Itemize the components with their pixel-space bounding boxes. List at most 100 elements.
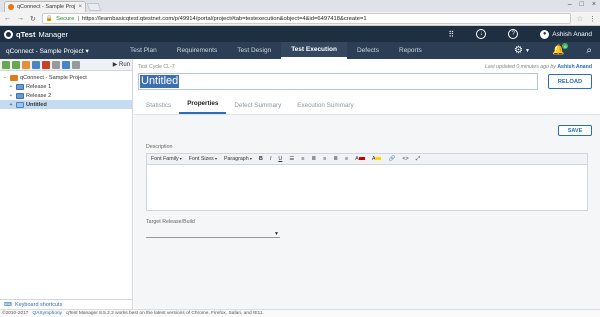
project-selector[interactable]: qConnect - Sample Project ▾ (0, 47, 120, 55)
secure-label: Secure (56, 15, 75, 22)
notifications-button[interactable]: 🔔 6 (552, 43, 569, 56)
tree-node-label: Untitled (26, 101, 47, 108)
chevron-down-icon: ▼ (524, 47, 530, 54)
collapse-icon[interactable]: − (2, 75, 8, 81)
download-icon[interactable]: ↓ (476, 29, 487, 39)
browser-toolbar: ← → ↻ 🔒 Secure | https://learnbasicqtest… (0, 12, 600, 26)
tree-node-release-2[interactable]: + Release 2 (0, 91, 132, 100)
source-code-icon[interactable]: <> (402, 156, 408, 162)
apps-grid-icon[interactable]: ⠿ (448, 30, 454, 39)
tab-test-design[interactable]: Test Design (227, 42, 281, 59)
add-suite-icon[interactable] (22, 60, 30, 69)
fullscreen-icon[interactable]: ⤢ (416, 156, 420, 163)
expand-icon[interactable]: + (8, 84, 14, 90)
tree-toolbar: ▶ Run (0, 59, 132, 71)
release-icon (16, 83, 24, 90)
reload-button[interactable]: RELOAD (548, 74, 592, 89)
forward-icon[interactable]: → (17, 15, 24, 22)
release-tree: − qConnect - Sample Project + Release 1 … (0, 71, 132, 109)
qtest-favicon-icon (8, 4, 14, 10)
save-button[interactable]: SAVE (558, 125, 592, 136)
close-tab-icon[interactable]: × (78, 4, 82, 10)
tab-execution-summary[interactable]: Execution Summary (289, 102, 361, 114)
chevron-down-icon: ▼ (274, 231, 279, 237)
browser-tab-strip: qConnect - Sample Projec × – □ × (0, 0, 600, 12)
justify-icon[interactable]: ≡ (345, 156, 348, 162)
bookmark-star-icon[interactable]: ☆ (577, 15, 583, 23)
tree-node-untitled[interactable]: + Untitled (0, 100, 132, 109)
tab-test-plan[interactable]: Test Plan (120, 42, 167, 59)
tree-node-release-1[interactable]: + Release 1 (0, 82, 132, 91)
maximize-icon[interactable]: □ (580, 1, 584, 8)
link-icon[interactable]: 🔗 (388, 156, 395, 162)
paragraph-dropdown[interactable]: Paragraph (224, 156, 252, 162)
run-button[interactable]: ▶ Run (113, 61, 130, 68)
qtest-logo[interactable]: qTest Manager (4, 29, 69, 39)
last-updated-text: Last updated 0 minutes ago by Ashish Ana… (485, 64, 592, 70)
properties-pane: SAVE Description Font Family Font Sizes … (134, 115, 600, 309)
export-icon[interactable] (52, 60, 60, 69)
font-family-dropdown[interactable]: Font Family (151, 156, 182, 162)
tab-defect-summary[interactable]: Defect Summary (226, 102, 289, 114)
align-left-icon[interactable]: ≣ (311, 156, 316, 162)
test-cycle-name-value: Untitled (140, 75, 180, 88)
back-icon[interactable]: ← (4, 15, 11, 22)
test-cycle-name-field[interactable]: Untitled (138, 73, 538, 90)
numbered-list-icon[interactable]: ≡ (301, 156, 304, 162)
search-icon[interactable]: ⌕ (586, 45, 592, 56)
close-window-icon[interactable]: × (592, 1, 596, 8)
qtest-logo-icon (4, 29, 13, 39)
project-nav: qConnect - Sample Project ▾ Test Plan Re… (0, 42, 600, 59)
delete-icon[interactable] (42, 60, 50, 69)
settings-menu[interactable]: ⚙ ▼ (514, 45, 530, 56)
test-execution-tree-panel: ▶ Run − qConnect - Sample Project + Rele… (0, 59, 133, 309)
add-release-icon[interactable] (2, 60, 10, 69)
tab-requirements[interactable]: Requirements (167, 42, 227, 59)
last-updated-by-link[interactable]: Ashish Anand (557, 64, 592, 70)
refresh-icon[interactable]: ↻ (30, 15, 36, 23)
tab-properties[interactable]: Properties (179, 100, 227, 114)
tab-statistics[interactable]: Statistics (138, 102, 179, 114)
help-icon[interactable]: ? (508, 29, 519, 39)
expand-icon[interactable]: + (8, 102, 14, 108)
window-controls: – □ × (568, 1, 596, 8)
product-name: Manager (38, 29, 69, 39)
target-release-label: Target Release/Build (146, 219, 195, 225)
project-name: qConnect - Sample Project (6, 47, 84, 55)
address-bar[interactable]: 🔒 Secure | https://learnbasicqtest.qtest… (41, 13, 571, 24)
new-tab-button[interactable] (86, 3, 102, 11)
browser-menu-icon[interactable]: ⋮ (589, 15, 596, 23)
expand-icon[interactable]: + (8, 93, 14, 99)
search-tree-icon[interactable] (72, 60, 80, 69)
tree-node-root[interactable]: − qConnect - Sample Project (0, 73, 132, 82)
bullet-list-icon[interactable]: ☰ (289, 156, 294, 162)
description-label: Description (146, 144, 173, 150)
copyright-text: ©2010-2017 (2, 311, 29, 316)
italic-icon[interactable]: I (270, 156, 272, 162)
align-center-icon[interactable]: ≡ (323, 156, 326, 162)
minimize-icon[interactable]: – (568, 1, 572, 8)
import-icon[interactable] (62, 60, 70, 69)
font-sizes-dropdown[interactable]: Font Sizes (189, 156, 217, 162)
align-right-icon[interactable]: ≣ (333, 156, 338, 162)
user-menu[interactable]: ● Ashish Anand (540, 29, 592, 39)
target-release-select[interactable]: ▼ (146, 228, 280, 238)
description-textarea[interactable] (147, 165, 587, 211)
browser-tab[interactable]: qConnect - Sample Projec × (4, 1, 86, 12)
tree-node-label: Release 2 (26, 92, 52, 99)
tab-defects[interactable]: Defects (347, 42, 389, 59)
bold-icon[interactable]: B (259, 156, 263, 162)
release-icon (16, 92, 24, 99)
underline-icon[interactable]: U (278, 156, 282, 162)
project-icon (10, 74, 18, 81)
company-link[interactable]: QASymphony (32, 311, 62, 316)
tab-test-execution[interactable]: Test Execution (281, 42, 347, 59)
keyboard-shortcuts-link[interactable]: ⌨ Keyboard shortcuts (0, 299, 133, 309)
tree-node-label: Release 1 (26, 83, 52, 90)
add-run-icon[interactable] (32, 60, 40, 69)
background-color-icon[interactable]: A (372, 156, 382, 162)
tab-reports[interactable]: Reports (389, 42, 432, 59)
text-color-icon[interactable]: A (355, 156, 365, 162)
add-cycle-icon[interactable] (12, 60, 20, 69)
app-header: qTest Manager ⠿ ↓ ? ● Ashish Anand (0, 26, 600, 42)
